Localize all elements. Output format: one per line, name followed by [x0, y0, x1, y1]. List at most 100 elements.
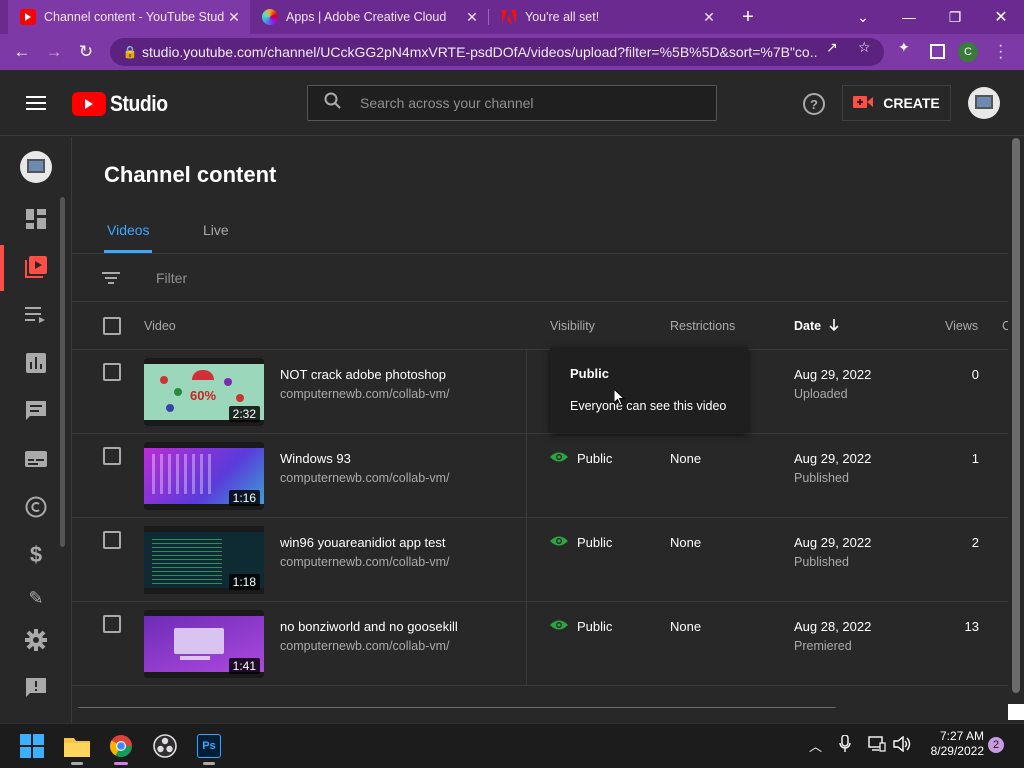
chrome-taskbar-icon[interactable] [105, 730, 137, 765]
visibility-label: Public [577, 535, 613, 550]
video-title[interactable]: NOT crack adobe photoshop [280, 367, 446, 382]
table-row[interactable]: 60% 2:32 NOT crack adobe photoshop compu… [72, 350, 1008, 434]
studio-logo[interactable]: Studio [72, 91, 175, 117]
settings-gear-icon[interactable] [20, 624, 52, 656]
channel-search[interactable] [307, 85, 717, 121]
video-thumbnail[interactable]: 60% 2:32 [144, 358, 264, 426]
browser-tab-youtube-studio[interactable]: Channel content - YouTube Studio ✕ [8, 0, 250, 34]
column-date[interactable]: Date [794, 302, 839, 350]
monetization-icon[interactable]: $ [20, 539, 52, 571]
row-checkbox[interactable] [103, 531, 121, 549]
back-button[interactable]: ← [10, 40, 34, 64]
creative-cloud-favicon [262, 9, 278, 25]
tab-videos[interactable]: Videos [104, 211, 156, 253]
video-title[interactable]: win96 youareanidiot app test [280, 535, 446, 550]
tab-label: Videos [107, 222, 150, 238]
visibility-cell[interactable]: Public [550, 535, 612, 550]
show-hidden-icons-chevron-icon[interactable]: ︿ [809, 736, 822, 755]
restore-button[interactable]: ❐ [932, 0, 978, 34]
filter-input[interactable]: Filter [156, 270, 187, 286]
select-all-checkbox[interactable] [103, 317, 121, 335]
analytics-icon[interactable] [20, 347, 52, 379]
bookmark-star-icon[interactable]: ☆ [858, 39, 871, 56]
row-checkbox[interactable] [103, 615, 121, 633]
video-views: 13 [964, 619, 979, 634]
forward-button[interactable]: → [42, 40, 66, 64]
network-icon[interactable] [868, 736, 886, 757]
adobe-favicon [501, 9, 517, 25]
column-views[interactable]: Views [945, 302, 978, 350]
microphone-icon[interactable] [839, 734, 851, 758]
channel-avatar[interactable] [20, 151, 52, 183]
send-feedback-icon[interactable] [20, 672, 52, 704]
notification-badge[interactable]: 2 [988, 737, 1004, 753]
photoshop-taskbar-icon[interactable]: Ps [193, 730, 225, 765]
search-input[interactable] [360, 95, 690, 111]
tab-label: Live [203, 222, 229, 238]
close-tab-icon[interactable]: ✕ [699, 9, 719, 26]
chrome-menu-icon[interactable]: · · · [998, 38, 1003, 66]
browser-tab-adobe[interactable]: You're all set! ✕ [489, 0, 725, 34]
customization-icon[interactable]: ✎ [20, 589, 52, 607]
profile-avatar[interactable]: C [958, 42, 978, 62]
playlists-icon[interactable] [20, 299, 52, 331]
minimize-button[interactable]: — [886, 0, 932, 34]
account-avatar[interactable] [968, 87, 1000, 119]
obs-taskbar-icon[interactable] [149, 730, 181, 762]
hamburger-menu-icon[interactable] [26, 96, 46, 110]
address-bar[interactable]: 🔒 studio.youtube.com/channel/UCckGG2pN4m… [110, 38, 884, 66]
sidebar-scrollbar[interactable] [60, 197, 65, 547]
table-row[interactable]: 1:16 Windows 93 computernewb.com/collab-… [72, 434, 1008, 518]
video-views: 2 [971, 535, 979, 550]
video-thumbnail[interactable]: 1:16 [144, 442, 264, 510]
visibility-cell[interactable]: Public [550, 619, 612, 634]
close-tab-icon[interactable]: ✕ [462, 9, 482, 26]
video-thumbnail[interactable]: 1:18 [144, 526, 264, 594]
eye-icon [550, 619, 568, 634]
tab-live[interactable]: Live [203, 211, 229, 253]
video-title[interactable]: Windows 93 [280, 451, 351, 466]
comments-icon[interactable] [20, 395, 52, 427]
horizontal-scrollbar[interactable] [76, 707, 838, 708]
close-window-button[interactable]: ✕ [978, 0, 1024, 34]
column-video: Video [144, 319, 176, 333]
column-visibility[interactable]: Visibility [550, 302, 595, 350]
volume-icon[interactable] [893, 735, 911, 757]
windows-start-icon[interactable] [16, 730, 48, 762]
column-restrictions[interactable]: Restrictions [670, 302, 735, 350]
photoshop-label: Ps [197, 734, 221, 758]
scroll-corner [1008, 704, 1024, 720]
video-thumbnail[interactable]: 1:41 [144, 610, 264, 678]
tooltip-body: Everyone can see this video [570, 399, 727, 413]
extensions-puzzle-icon[interactable]: ✦ [898, 39, 910, 56]
subtitles-icon[interactable] [20, 443, 52, 475]
column-comments[interactable]: C [1002, 302, 1008, 350]
browser-tab-creative-cloud[interactable]: Apps | Adobe Creative Cloud ✕ [250, 0, 488, 34]
dashboard-icon[interactable] [20, 203, 52, 235]
filter-bar[interactable]: Filter [72, 254, 1008, 302]
row-checkbox[interactable] [103, 447, 121, 465]
tab-search-icon[interactable]: ⌄ [840, 0, 886, 34]
help-icon[interactable]: ? [803, 93, 825, 115]
visibility-cell[interactable]: Public [550, 451, 612, 466]
file-explorer-icon[interactable] [61, 730, 93, 765]
row-checkbox[interactable] [103, 363, 121, 381]
table-row[interactable]: 1:41 no bonziworld and no goosekill comp… [72, 602, 1008, 686]
filter-icon[interactable] [102, 271, 120, 290]
clock-time: 7:27 AM [939, 729, 984, 743]
content-icon[interactable] [20, 251, 52, 283]
copyright-icon[interactable] [20, 491, 52, 523]
table-row[interactable]: 1:18 win96 youareanidiot app test comput… [72, 518, 1008, 602]
eye-icon [550, 535, 568, 550]
video-description: computernewb.com/collab-vm/ [280, 471, 450, 485]
video-title[interactable]: no bonziworld and no goosekill [280, 619, 458, 634]
share-icon[interactable]: ↗ [826, 39, 838, 56]
page-scrollbar[interactable] [1012, 138, 1020, 693]
taskbar-clock[interactable]: 7:27 AM 8/29/2022 [924, 729, 984, 759]
close-tab-icon[interactable]: ✕ [224, 9, 244, 26]
reload-button[interactable]: ↻ [74, 40, 98, 64]
side-panel-icon[interactable] [930, 44, 945, 59]
create-label: CREATE [883, 95, 940, 111]
new-tab-button[interactable]: + [736, 5, 760, 29]
create-button[interactable]: CREATE [842, 85, 951, 121]
